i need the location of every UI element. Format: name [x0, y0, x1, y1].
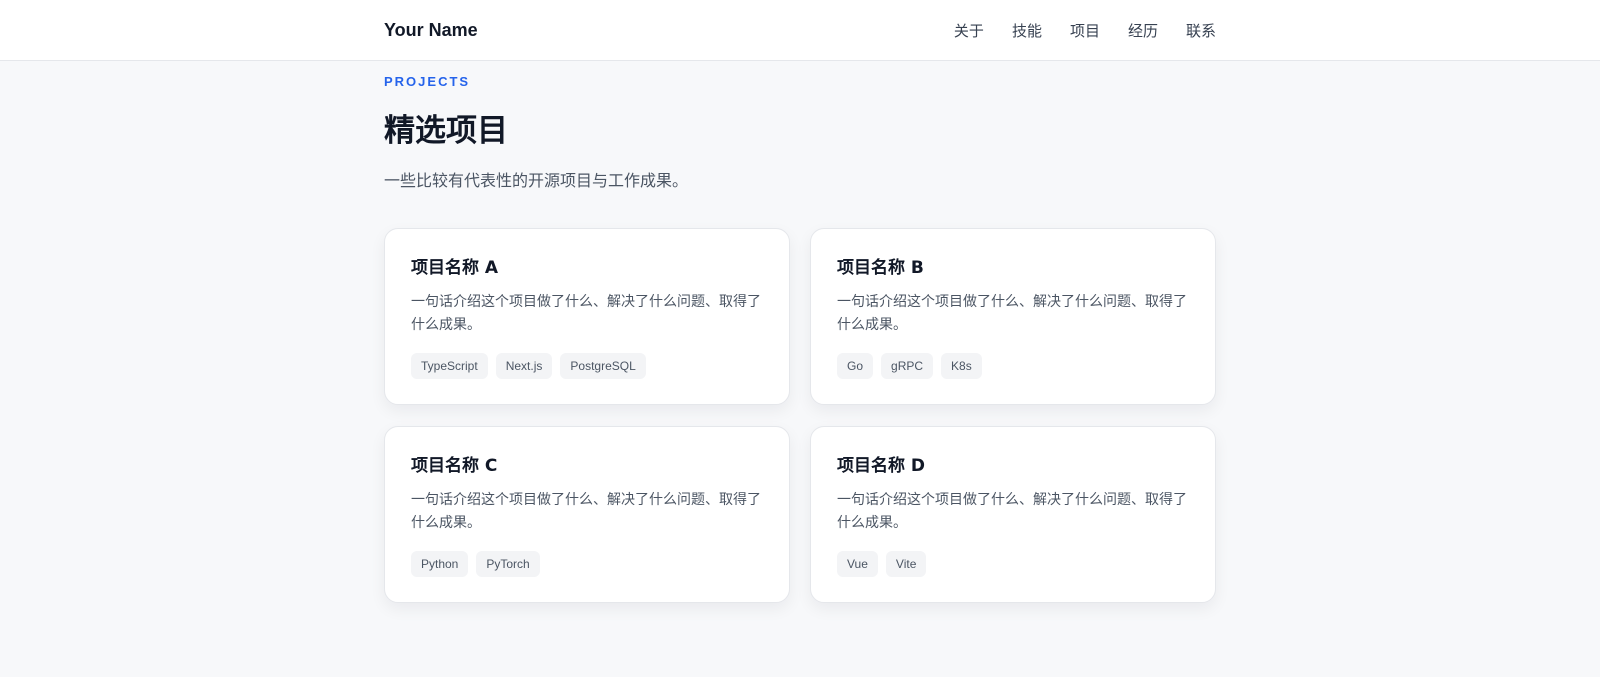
tag-list: TypeScript Next.js PostgreSQL — [411, 353, 763, 379]
project-card-c[interactable]: 项目名称 C 一句话介绍这个项目做了什么、解决了什么问题、取得了什么成果。 Py… — [384, 426, 790, 603]
section-eyebrow: PROJECTS — [384, 74, 471, 89]
project-card-d[interactable]: 项目名称 D 一句话介绍这个项目做了什么、解决了什么问题、取得了什么成果。 Vu… — [810, 426, 1216, 603]
tech-tag: K8s — [941, 353, 982, 379]
project-description: 一句话介绍这个项目做了什么、解决了什么问题、取得了什么成果。 — [837, 294, 1187, 333]
tech-tag: gRPC — [881, 353, 934, 379]
project-title: 项目名称 C — [411, 456, 498, 476]
section-title: 精选项目 — [384, 113, 508, 149]
section-subtitle: 一些比较有代表性的开源项目与工作成果。 — [384, 171, 689, 190]
navbar-inner: Your Name 关于 技能 项目 经历 联系 — [384, 0, 1216, 61]
nav-link-skills[interactable]: 技能 — [1012, 20, 1042, 41]
project-title: 项目名称 D — [837, 456, 926, 476]
project-description: 一句话介绍这个项目做了什么、解决了什么问题、取得了什么成果。 — [411, 492, 761, 531]
nav-link-about[interactable]: 关于 — [954, 20, 984, 41]
project-description: 一句话介绍这个项目做了什么、解决了什么问题、取得了什么成果。 — [411, 294, 761, 333]
tech-tag: PyTorch — [476, 551, 540, 577]
tag-list: Vue Vite — [837, 551, 1189, 577]
tech-tag: Vue — [837, 551, 878, 577]
tech-tag: Vite — [885, 551, 927, 577]
tech-tag: TypeScript — [411, 353, 488, 379]
nav-link-experience[interactable]: 经历 — [1128, 20, 1158, 41]
tech-tag: Next.js — [495, 353, 553, 379]
tech-tag: Python — [411, 551, 469, 577]
nav-link-contact[interactable]: 联系 — [1186, 20, 1216, 41]
project-title: 项目名称 A — [411, 258, 499, 278]
main-nav: 关于 技能 项目 经历 联系 — [954, 20, 1216, 41]
project-card-b[interactable]: 项目名称 B 一句话介绍这个项目做了什么、解决了什么问题、取得了什么成果。 Go… — [810, 228, 1216, 405]
tag-list: Go gRPC K8s — [837, 353, 1189, 379]
tech-tag: Go — [837, 353, 874, 379]
tech-tag: PostgreSQL — [560, 353, 646, 379]
nav-link-projects[interactable]: 项目 — [1070, 20, 1100, 41]
project-grid: 项目名称 A 一句话介绍这个项目做了什么、解决了什么问题、取得了什么成果。 Ty… — [384, 228, 1216, 603]
project-title: 项目名称 B — [837, 258, 924, 278]
brand-name[interactable]: Your Name — [384, 20, 478, 41]
tag-list: Python PyTorch — [411, 551, 763, 577]
top-navbar: Your Name 关于 技能 项目 经历 联系 — [0, 0, 1600, 61]
project-description: 一句话介绍这个项目做了什么、解决了什么问题、取得了什么成果。 — [837, 492, 1187, 531]
project-card-a[interactable]: 项目名称 A 一句话介绍这个项目做了什么、解决了什么问题、取得了什么成果。 Ty… — [384, 228, 790, 405]
